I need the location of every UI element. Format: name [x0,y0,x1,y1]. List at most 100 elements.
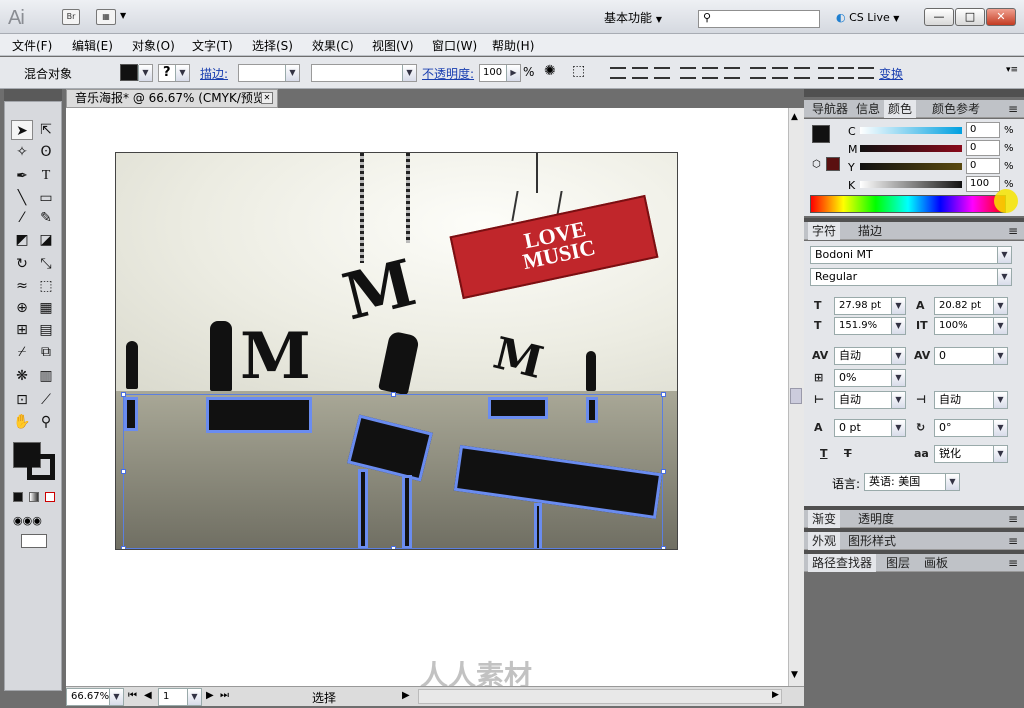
tab-graphic-styles[interactable]: 图形样式 [844,532,900,550]
paintbrush-tool-icon[interactable]: ⁄ [11,208,33,228]
distribute-top-icon[interactable] [750,67,766,79]
stroke-link[interactable]: 描边: [200,65,228,82]
panel-dock-header[interactable] [804,89,1024,97]
workspace-switcher[interactable]: 基本功能 ▼ [604,9,662,27]
scroll-right-icon[interactable]: ▶ [772,690,779,700]
cs-live-button[interactable]: ◐ CS Live ▼ [836,9,899,27]
none-mode-icon[interactable] [45,492,55,502]
bridge-button[interactable]: Br [62,9,80,25]
first-page-icon[interactable]: ⏮ [128,690,137,701]
resize-handle[interactable] [661,392,666,397]
chevron-down-icon[interactable]: ▼ [120,11,126,20]
aki-left-dropdown[interactable]: 自动 ▼ [834,391,906,409]
color-spectrum[interactable] [810,195,1006,213]
transform-link[interactable]: 变换 [879,65,903,82]
perspective-grid-tool-icon[interactable]: ▦ [35,298,57,318]
lasso-tool-icon[interactable]: ʘ [35,142,57,162]
tab-color-guide[interactable]: 颜色参考 [928,100,984,118]
zoom-tool-icon[interactable]: ⚲ [35,412,57,432]
mesh-tool-icon[interactable]: ⊞ [11,320,33,340]
menu-type[interactable]: 文字(T) [192,37,233,54]
align-bottom-icon[interactable] [724,67,740,79]
yellow-input[interactable]: 0 [966,158,1000,174]
stroke-weight-dropdown[interactable]: ▼ [238,64,300,82]
shape-builder-tool-icon[interactable]: ⊕ [11,298,33,318]
zoom-dropdown[interactable]: 66.67% ▼ [66,688,124,706]
slice-tool-icon[interactable]: ⟋ [35,390,57,410]
symbol-sprayer-tool-icon[interactable]: ❋ [11,366,33,386]
cyan-slider[interactable] [860,127,962,134]
horizontal-scale-input[interactable]: 100% ▼ [934,317,1008,335]
resize-handle[interactable] [391,392,396,397]
horizontal-scrollbar[interactable] [418,689,782,704]
strikethrough-icon[interactable]: T [844,447,852,460]
distribute-bottom-icon[interactable] [794,67,810,79]
font-family-dropdown[interactable]: Bodoni MT ▼ [810,246,1012,264]
menu-edit[interactable]: 编辑(E) [72,37,113,54]
distribute-right-icon[interactable] [858,67,874,79]
last-page-icon[interactable]: ⏭ [220,690,229,701]
panel-menu-icon[interactable]: ≡ [1004,532,1022,550]
menu-window[interactable]: 窗口(W) [432,37,477,54]
screen-mode-icon[interactable] [21,534,47,548]
rotate-tool-icon[interactable]: ↻ [11,254,33,274]
resize-handle[interactable] [391,546,396,549]
selection-tool-icon[interactable]: ➤ [11,120,33,140]
menu-object[interactable]: 对象(O) [132,37,175,54]
tab-navigator[interactable]: 导航器 [808,100,852,118]
panel-menu-icon[interactable]: ≡ [1004,100,1022,118]
stroke-swatch[interactable]: ? ▼ [158,64,190,82]
scroll-up-icon[interactable]: ▲ [791,112,798,122]
menu-view[interactable]: 视图(V) [372,37,414,54]
baseline-shift-input[interactable]: 0 pt ▼ [834,419,906,437]
scroll-thumb[interactable] [790,388,802,404]
align-left-icon[interactable] [610,67,626,79]
tab-artboards[interactable]: 画板 [920,554,952,572]
direct-selection-tool-icon[interactable]: ⇱ [35,120,57,140]
panel-menu-icon[interactable]: ≡ [1004,554,1022,572]
font-size-input[interactable]: 27.98 pt ▼ [834,297,906,315]
blend-tool-icon[interactable]: ⧉ [35,342,57,362]
artboard[interactable]: LOVE MUSIC M M M [115,152,678,550]
eraser-tool-icon[interactable]: ◪ [35,230,57,250]
distribute-left-icon[interactable] [818,67,834,79]
resize-handle[interactable] [661,469,666,474]
tsume-input[interactable]: 0% ▼ [834,369,906,387]
column-graph-tool-icon[interactable]: ▥ [35,366,57,386]
cyan-input[interactable]: 0 [966,122,1000,138]
artboard-tool-icon[interactable]: ⊡ [11,390,33,410]
fill-swatch[interactable] [812,125,830,143]
selection-bounding-box[interactable] [121,392,666,549]
minimize-button[interactable]: — [924,8,954,26]
next-page-icon[interactable]: ▶ [206,690,214,701]
fill-swatch[interactable] [120,64,138,81]
color-mode-icon[interactable] [13,492,23,502]
maximize-button[interactable]: □ [955,8,985,26]
panel-menu-icon[interactable]: ▾≡ [1006,65,1018,75]
magenta-input[interactable]: 0 [966,140,1000,156]
kerning-input[interactable]: 自动 ▼ [834,347,906,365]
menu-help[interactable]: 帮助(H) [492,37,534,54]
menu-file[interactable]: 文件(F) [12,37,52,54]
font-style-dropdown[interactable]: Regular ▼ [810,268,1012,286]
resize-handle[interactable] [121,469,126,474]
align-to-icon[interactable]: ⬚ [572,63,585,79]
tab-appearance[interactable]: 外观 [808,532,841,550]
blob-brush-tool-icon[interactable]: ◩ [11,230,33,250]
status-menu-icon[interactable]: ▶ [402,690,410,701]
tab-layers[interactable]: 图层 [882,554,914,572]
close-button[interactable]: ✕ [986,8,1016,26]
warp-tool-icon[interactable]: ≈ [11,276,33,296]
tab-color[interactable]: 颜色 [884,100,917,118]
type-tool-icon[interactable]: T [35,166,57,186]
black-slider[interactable] [860,181,962,188]
menu-select[interactable]: 选择(S) [252,37,293,54]
rotation-input[interactable]: 0° ▼ [934,419,1008,437]
tab-info[interactable]: 信息 [852,100,884,118]
recolor-icon[interactable]: ✺ [544,63,556,79]
menu-effect[interactable]: 效果(C) [312,37,354,54]
eyedropper-tool-icon[interactable]: ⌿ [11,342,33,362]
panel-menu-icon[interactable]: ≡ [1004,510,1022,528]
underline-icon[interactable]: T [820,447,828,460]
vertical-scrollbar[interactable]: ▲ ▼ [788,108,804,686]
